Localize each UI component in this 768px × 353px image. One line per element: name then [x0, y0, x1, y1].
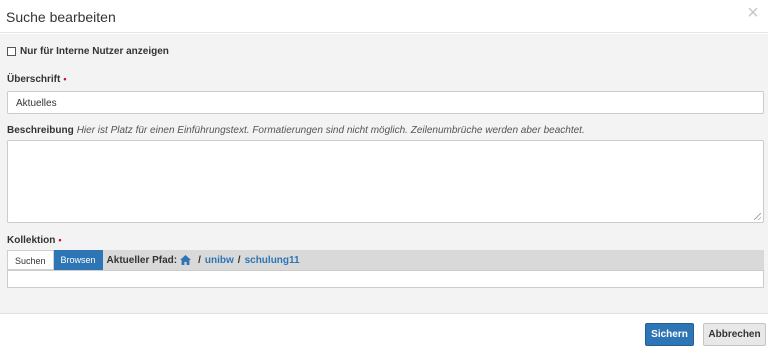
collection-toolbar: Suchen Browsen Aktueller Pfad: / unibw /…: [7, 250, 764, 270]
collection-label: Kollektion: [7, 235, 56, 246]
internal-only-label: Nur für Interne Nutzer anzeigen: [20, 46, 169, 57]
collection-input[interactable]: [7, 270, 764, 288]
heading-label: Überschrift: [7, 74, 61, 85]
dialog-title: Suche bearbeiten: [6, 9, 116, 25]
breadcrumb-separator: /: [198, 254, 201, 266]
breadcrumb: Aktueller Pfad: / unibw / schulung11: [107, 255, 300, 266]
internal-only-row: Nur für Interne Nutzer anzeigen: [7, 46, 169, 57]
heading-required-marker: •: [63, 74, 67, 84]
heading-input[interactable]: Aktuelles: [7, 91, 764, 114]
tab-search[interactable]: Suchen: [7, 250, 54, 270]
description-label: Beschreibung: [7, 125, 74, 136]
description-hint: Hier ist Platz für einen Einführungstext…: [76, 125, 585, 136]
description-textarea[interactable]: [7, 140, 764, 223]
internal-only-checkbox[interactable]: [7, 47, 16, 56]
breadcrumb-item-schulung11[interactable]: schulung11: [245, 255, 300, 266]
close-icon[interactable]: ×: [742, 3, 764, 25]
collection-label-row: Kollektion •: [7, 235, 62, 246]
save-button[interactable]: Sichern: [645, 323, 694, 346]
heading-label-row: Überschrift •: [7, 74, 67, 85]
tab-browse[interactable]: Browsen: [53, 250, 103, 270]
breadcrumb-item-unibw[interactable]: unibw: [205, 255, 234, 266]
description-label-row: Beschreibung Hier ist Platz für einen Ein…: [7, 125, 585, 136]
path-label: Aktueller Pfad:: [106, 254, 178, 266]
cancel-button[interactable]: Abbrechen: [703, 323, 766, 346]
home-icon[interactable]: [180, 255, 192, 265]
edit-search-dialog: Suche bearbeiten × Nur für Interne Nutze…: [0, 0, 768, 353]
dialog-header: Suche bearbeiten ×: [0, 0, 768, 33]
dialog-footer: Sichern Abbrechen: [0, 313, 768, 353]
dialog-body: Nur für Interne Nutzer anzeigen Überschr…: [0, 34, 768, 313]
breadcrumb-separator: /: [237, 254, 241, 266]
resize-grip-icon[interactable]: [754, 213, 761, 220]
collection-required-marker: •: [58, 235, 62, 245]
